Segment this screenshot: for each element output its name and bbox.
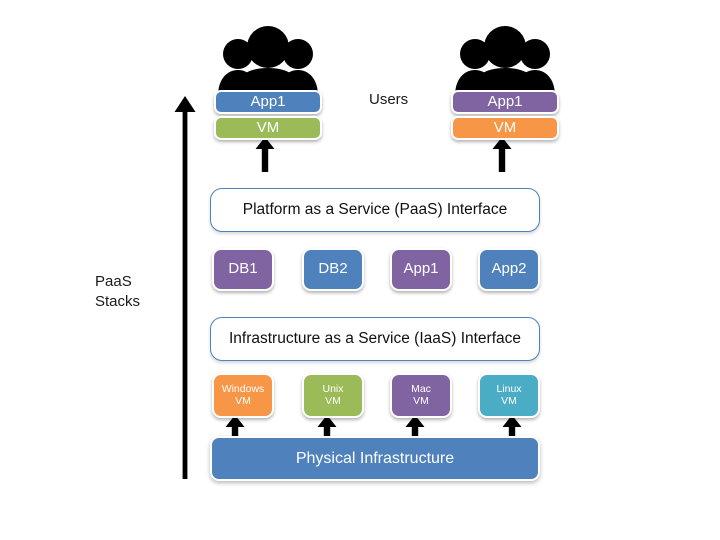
iaas-vm-windows-line2: VM (235, 394, 251, 407)
paas-stacks-axis-arrow (174, 96, 196, 479)
user1-vm-chip[interactable]: VM (214, 116, 322, 140)
paas-stacks-label: PaaS Stacks (95, 273, 141, 310)
people-group-icon (218, 26, 318, 98)
iaas-vm-linux[interactable]: Linux VM (478, 373, 540, 418)
iaas-vm-linux-line1: Linux (496, 382, 522, 395)
user2-vm-chip[interactable]: VM (451, 116, 559, 140)
user1-app-chip[interactable]: App1 (214, 90, 322, 114)
iaas-vm-unix[interactable]: Unix VM (302, 373, 364, 418)
paas-chip-app1[interactable]: App1 (390, 248, 452, 291)
physical-infrastructure-bar[interactable]: Physical Infrastructure (210, 436, 540, 481)
iaas-vm-mac-line2: VM (413, 394, 429, 407)
diagram-canvas: App1 VM App1 VM Users PaaS Stacks Platfo… (0, 0, 720, 540)
user2-app-chip[interactable]: App1 (451, 90, 559, 114)
iaas-interface-bar[interactable]: Infrastructure as a Service (IaaS) Inter… (210, 317, 540, 361)
users-label: Users (369, 91, 409, 108)
user-feed-arrow (255, 137, 275, 172)
iaas-vm-unix-line1: Unix (322, 382, 344, 395)
iaas-vm-windows-line1: Windows (221, 382, 265, 395)
iaas-vm-mac-line1: Mac (411, 382, 431, 395)
people-group-icon (455, 26, 555, 98)
paas-chip-app2[interactable]: App2 (478, 248, 540, 291)
paas-chip-db1[interactable]: DB1 (212, 248, 274, 291)
iaas-vm-windows[interactable]: Windows VM (212, 373, 274, 418)
iaas-vm-mac[interactable]: Mac VM (390, 373, 452, 418)
user-feed-arrow (492, 137, 512, 172)
paas-interface-bar[interactable]: Platform as a Service (PaaS) Interface (210, 188, 540, 232)
paas-chip-db2[interactable]: DB2 (302, 248, 364, 291)
iaas-vm-linux-line2: VM (501, 394, 517, 407)
iaas-vm-unix-line2: VM (325, 394, 341, 407)
